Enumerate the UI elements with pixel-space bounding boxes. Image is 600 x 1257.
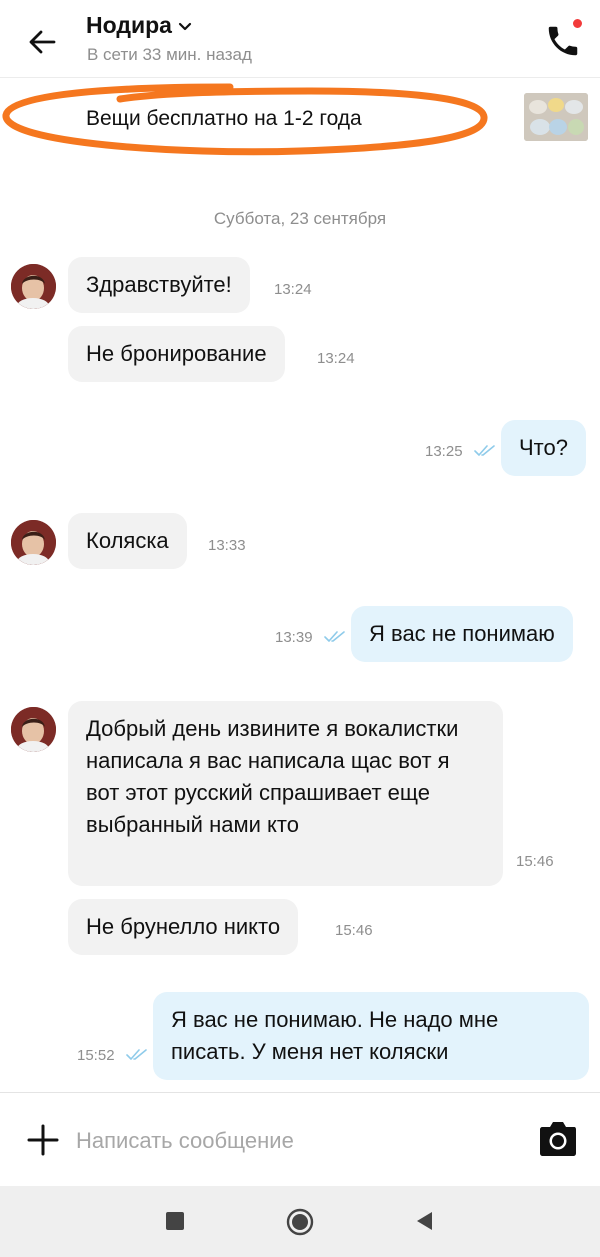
- message-bubble-outgoing[interactable]: Я вас не понимаю. Не надо мне писать. У …: [153, 992, 589, 1080]
- back-triangle-icon[interactable]: [414, 1210, 434, 1232]
- message-text: Коляска: [86, 528, 169, 553]
- message-time: 13:25: [425, 443, 463, 460]
- system-navigation-bar: [0, 1186, 600, 1257]
- chevron-down-icon: [178, 22, 192, 30]
- listing-photo: [524, 93, 588, 141]
- message-time: 13:39: [275, 629, 313, 646]
- read-receipt-icon: [474, 445, 495, 456]
- avatar[interactable]: [11, 707, 56, 752]
- message-time: 13:24: [274, 281, 312, 298]
- listing-bar[interactable]: Вещи бесплатно на 1-2 года: [0, 79, 600, 161]
- message-text: Добрый день извините я вокалистки написа…: [86, 716, 459, 837]
- message-text: Я вас не понимаю: [369, 621, 555, 646]
- message-text: Не брунелло никто: [86, 914, 281, 939]
- message-text: Здравствуйте!: [86, 272, 232, 297]
- message-time: 15:52: [77, 1047, 115, 1064]
- message-bubble-outgoing[interactable]: Что?: [501, 420, 586, 476]
- message-time: 15:46: [335, 922, 373, 939]
- message-time: 13:33: [208, 537, 246, 554]
- read-receipt-icon: [126, 1049, 147, 1060]
- contact-avatar-photo: [11, 264, 56, 309]
- message-bubble-incoming[interactable]: Коляска: [68, 513, 187, 569]
- chat-area: Суббота, 23 сентября Здравствуйте! 13:24…: [0, 161, 600, 1091]
- arrow-left-icon: [29, 30, 56, 54]
- home-circle-icon[interactable]: [286, 1208, 314, 1236]
- avatar[interactable]: [11, 264, 56, 309]
- camera-button[interactable]: [538, 1120, 578, 1158]
- read-receipt-icon: [324, 631, 345, 642]
- camera-icon: [540, 1122, 576, 1156]
- notification-dot: [572, 18, 583, 29]
- message-bubble-incoming[interactable]: Не брунелло никто: [68, 899, 299, 955]
- message-bubble-outgoing[interactable]: Я вас не понимаю: [351, 606, 573, 662]
- avatar[interactable]: [11, 520, 56, 565]
- chat-header: Нодира В сети 33 мин. назад: [0, 0, 600, 78]
- contact-avatar-photo: [11, 520, 56, 565]
- message-text: Что?: [519, 435, 568, 460]
- message-composer: [0, 1092, 600, 1186]
- plus-icon: [27, 1124, 59, 1156]
- contact-name-button[interactable]: Нодира: [86, 12, 192, 39]
- message-bubble-incoming[interactable]: Добрый день извините я вокалистки написа…: [68, 701, 503, 886]
- back-button[interactable]: [22, 22, 62, 62]
- listing-thumbnail[interactable]: [524, 93, 588, 141]
- message-text: Я вас не понимаю. Не надо мне писать. У …: [171, 1007, 499, 1064]
- contact-avatar-photo: [11, 707, 56, 752]
- message-time: 13:24: [317, 350, 355, 367]
- message-text: Не бронирование: [86, 341, 267, 366]
- online-status: В сети 33 мин. назад: [87, 45, 252, 64]
- listing-title: Вещи бесплатно на 1-2 года: [86, 107, 362, 130]
- message-bubble-incoming[interactable]: Здравствуйте!: [68, 257, 250, 313]
- contact-name: Нодира: [86, 12, 172, 38]
- message-input[interactable]: [76, 1123, 516, 1159]
- date-separator: Суббота, 23 сентября: [213, 209, 387, 228]
- recents-square-icon[interactable]: [166, 1212, 184, 1230]
- message-time: 15:46: [516, 853, 554, 870]
- attach-button[interactable]: [24, 1121, 62, 1159]
- message-bubble-incoming[interactable]: Не бронирование: [68, 326, 285, 382]
